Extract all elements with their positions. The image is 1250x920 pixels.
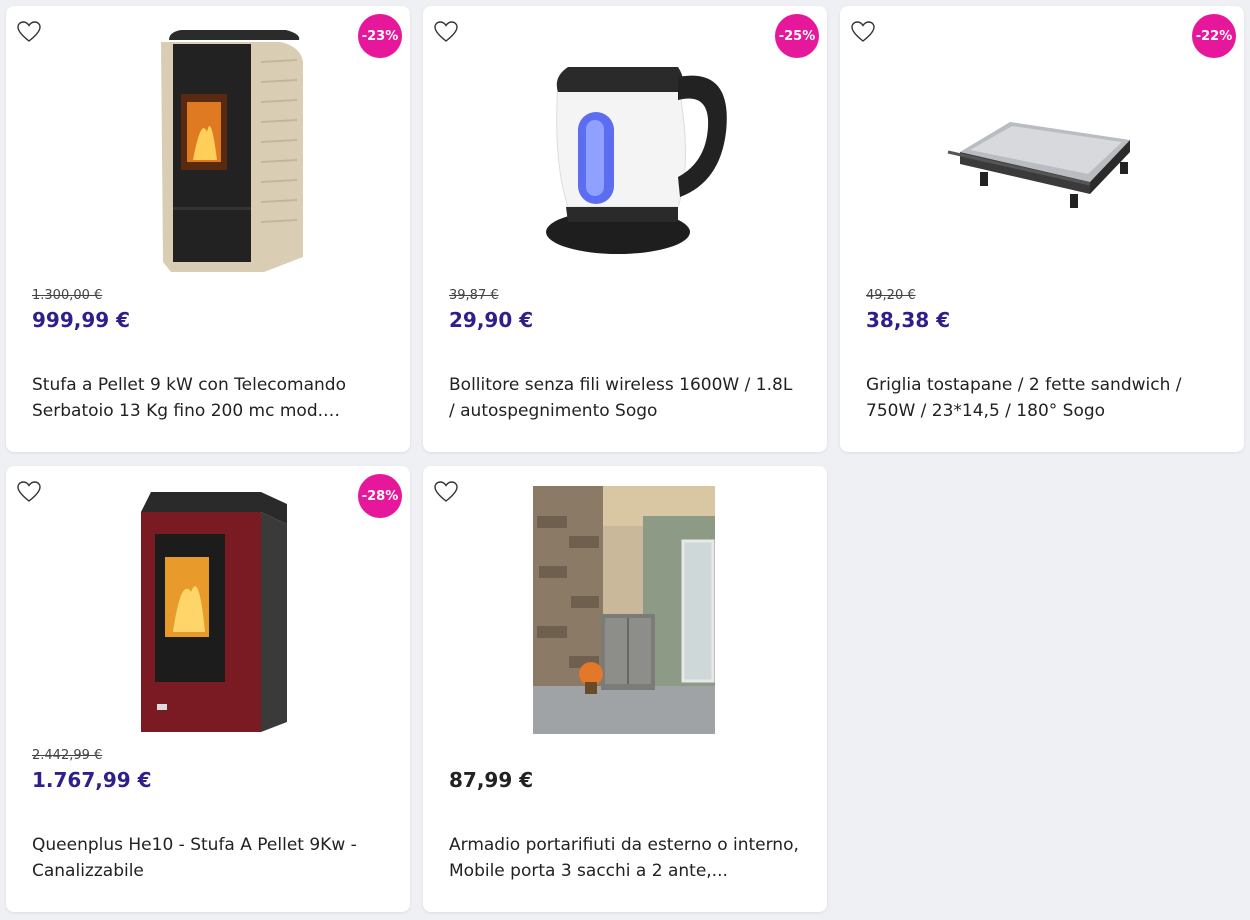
product-image[interactable] — [533, 486, 715, 734]
product-card[interactable]: 87,99 € Armadio portarifiuti da esterno … — [423, 466, 827, 912]
heart-icon[interactable] — [850, 20, 876, 44]
product-card[interactable]: -28% 2.442,99 € 1.767,99 € Queenplus He1… — [6, 466, 410, 912]
price: 29,90 € — [449, 308, 534, 332]
product-image[interactable] — [940, 22, 1150, 272]
product-card[interactable]: -23% 1.300,00 € 999,99 € Stufa a Pellet … — [6, 6, 410, 452]
product-image[interactable] — [106, 22, 316, 272]
product-title[interactable]: Armadio portarifiuti da esterno o intern… — [449, 832, 799, 884]
heart-icon[interactable] — [433, 20, 459, 44]
product-title[interactable]: Queenplus He10 - Stufa A Pellet 9Kw - Ca… — [32, 832, 382, 884]
product-title[interactable]: Stufa a Pellet 9 kW con Telecomando Serb… — [32, 372, 382, 424]
heart-icon[interactable] — [433, 480, 459, 504]
old-price: 49,20 € — [866, 288, 916, 303]
product-title[interactable]: Bollitore senza fili wireless 1600W / 1.… — [449, 372, 799, 424]
old-price: 39,87 € — [449, 288, 499, 303]
heart-icon[interactable] — [16, 20, 42, 44]
price: 38,38 € — [866, 308, 951, 332]
price: 87,99 € — [449, 768, 534, 792]
old-price: 1.300,00 € — [32, 288, 103, 303]
price: 1.767,99 € — [32, 768, 152, 792]
price: 999,99 € — [32, 308, 131, 332]
old-price: 2.442,99 € — [32, 748, 103, 763]
product-card[interactable]: -22% 49,20 € 38,38 € Griglia tostapane /… — [840, 6, 1244, 452]
product-card[interactable]: -25% 39,87 € 29,90 € Bollitore senza fil… — [423, 6, 827, 452]
product-title[interactable]: Griglia tostapane / 2 fette sandwich / 7… — [866, 372, 1216, 424]
discount-badge: -23% — [358, 14, 402, 58]
discount-badge: -28% — [358, 474, 402, 518]
product-image[interactable] — [106, 482, 316, 732]
discount-badge: -25% — [775, 14, 819, 58]
discount-badge: -22% — [1192, 14, 1236, 58]
heart-icon[interactable] — [16, 480, 42, 504]
product-image[interactable] — [523, 22, 733, 272]
